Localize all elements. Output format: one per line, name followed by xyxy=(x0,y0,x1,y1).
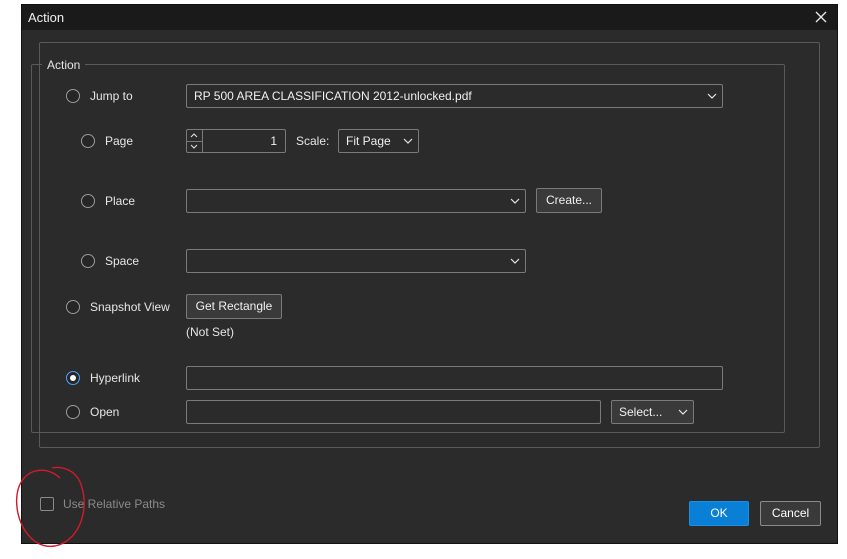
jump-to-file-value: RP 500 AREA CLASSIFICATION 2012-unlocked… xyxy=(194,89,472,103)
chevron-down-icon xyxy=(678,409,688,415)
chevron-down-icon xyxy=(510,198,520,204)
page-radio[interactable] xyxy=(81,134,95,148)
group-legend: Action xyxy=(42,58,86,72)
ok-button[interactable]: OK xyxy=(689,501,749,526)
cancel-button[interactable]: Cancel xyxy=(760,501,821,526)
snapshot-view-radio[interactable] xyxy=(66,300,80,314)
place-radio[interactable] xyxy=(81,194,95,208)
jump-to-file-select[interactable]: RP 500 AREA CLASSIFICATION 2012-unlocked… xyxy=(186,84,723,108)
place-select[interactable] xyxy=(186,189,526,213)
open-label: Open xyxy=(90,405,120,419)
open-radio[interactable] xyxy=(66,405,80,419)
hyperlink-input[interactable] xyxy=(186,366,723,390)
page-number-stepper[interactable]: 1 xyxy=(186,129,286,153)
stepper-down-button[interactable] xyxy=(187,141,202,152)
scale-label: Scale: xyxy=(296,134,330,148)
chevron-up-icon xyxy=(190,133,198,138)
open-select-label: Select... xyxy=(619,405,663,419)
create-button[interactable]: Create... xyxy=(536,188,602,213)
scale-value: Fit Page xyxy=(346,134,391,148)
page-number-value: 1 xyxy=(270,134,277,148)
place-label: Place xyxy=(105,194,136,208)
open-path-input[interactable] xyxy=(186,400,601,424)
space-label: Space xyxy=(105,254,140,268)
chevron-down-icon xyxy=(403,138,413,144)
hyperlink-label: Hyperlink xyxy=(90,371,141,385)
open-select-dropdown[interactable]: Select... xyxy=(611,400,694,424)
use-relative-paths-label: Use Relative Paths xyxy=(63,497,166,511)
get-rectangle-button[interactable]: Get Rectangle xyxy=(186,294,282,319)
page-stepper-buttons xyxy=(187,130,203,152)
snapshot-status: (Not Set) xyxy=(186,325,235,339)
hyperlink-radio[interactable] xyxy=(66,371,80,385)
jump-to-label: Jump to xyxy=(90,89,133,103)
jump-to-radio[interactable] xyxy=(66,89,80,103)
chevron-down-icon xyxy=(707,93,717,99)
use-relative-paths-checkbox[interactable] xyxy=(40,497,54,511)
space-select[interactable] xyxy=(186,249,526,273)
chevron-down-icon xyxy=(190,144,198,149)
snapshot-view-label: Snapshot View xyxy=(90,300,170,314)
scale-select[interactable]: Fit Page xyxy=(338,129,419,153)
space-radio[interactable] xyxy=(81,254,95,268)
chevron-down-icon xyxy=(510,258,520,264)
page-label: Page xyxy=(105,134,134,148)
